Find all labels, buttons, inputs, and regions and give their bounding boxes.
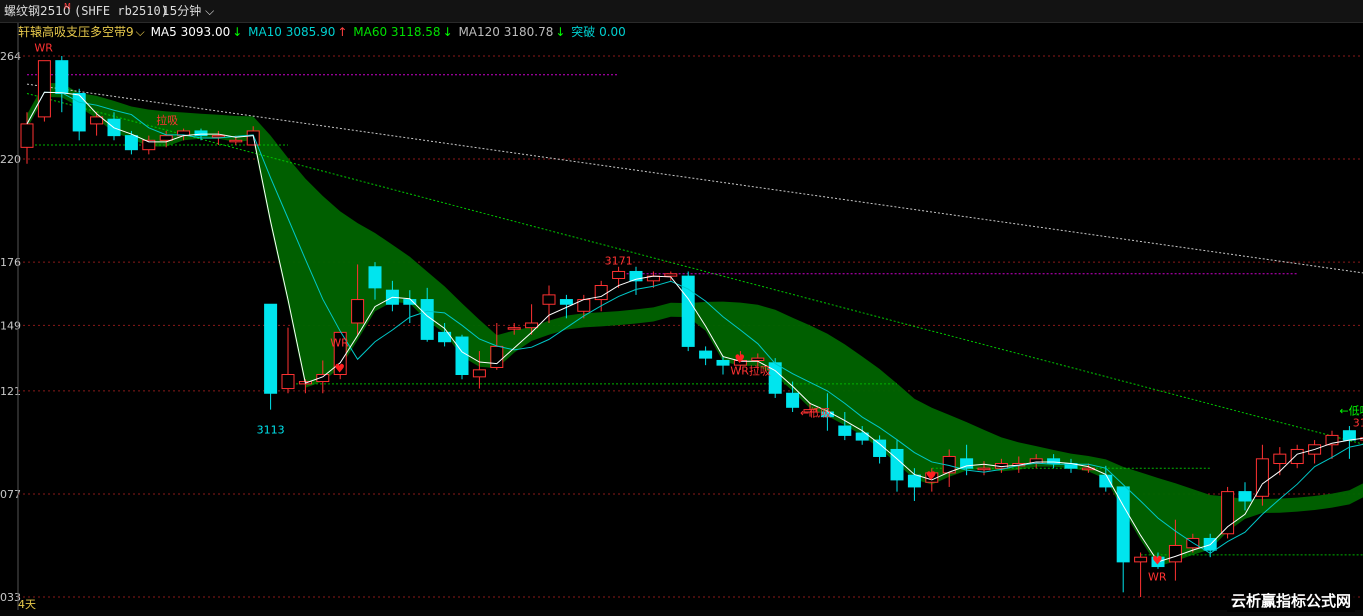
candle-body xyxy=(525,322,539,329)
signal-label: 拉吸 xyxy=(156,113,178,127)
candle-body xyxy=(1273,453,1287,465)
candle-body xyxy=(612,270,626,279)
symbol-name[interactable]: 螺纹钢2510 xyxy=(4,0,71,22)
candle-body xyxy=(768,362,782,394)
candle-body xyxy=(124,135,138,151)
candle-body xyxy=(890,448,904,481)
period-selector[interactable]: 15分钟 ⌵ xyxy=(162,0,214,22)
period-label: 15分钟 xyxy=(162,4,202,18)
candle-body xyxy=(873,439,887,457)
ma5-value: MA5 3093.00 xyxy=(150,25,231,39)
candle-body xyxy=(838,425,852,436)
candle-body xyxy=(159,135,173,141)
indicator-legend: 轩辕高吸支压多空带9 ⌵ MA5 3093.00 ↓ MA10 3085.90 ↑ M… xyxy=(18,24,628,40)
ma60-value: MA60 3118.58 xyxy=(353,25,441,39)
ma120-value: MA120 3180.78 xyxy=(458,25,554,39)
symbol-code: (SHFE rb2510) xyxy=(74,4,168,18)
ma5-arrow: ↓ xyxy=(232,25,243,39)
ma120-arrow: ↓ xyxy=(555,25,566,39)
candle-body xyxy=(507,327,521,330)
signal-label: ←低吸 xyxy=(800,407,831,420)
price-label: 3107 xyxy=(1353,416,1363,429)
candle-body xyxy=(455,336,469,376)
candle-body xyxy=(1342,430,1356,441)
candle-body xyxy=(20,123,34,148)
signal-label: WR xyxy=(330,336,349,349)
candle-body xyxy=(229,139,243,143)
candle-body xyxy=(490,345,504,368)
signal-label: ←低吸 xyxy=(1339,404,1363,417)
breakout-value: 突破 0.00 xyxy=(571,25,626,39)
chevron-down-icon[interactable]: ⌵ xyxy=(136,25,145,39)
ma60-arrow: ↓ xyxy=(442,25,453,39)
candle-body xyxy=(37,60,51,118)
candle-body xyxy=(977,467,991,471)
heart-icon: ♥ xyxy=(1152,554,1163,568)
candle-body xyxy=(664,273,678,277)
candle-body xyxy=(716,359,730,366)
candle-body xyxy=(55,60,69,94)
chevron-down-icon: ⌵ xyxy=(205,4,215,18)
ma10-value: MA10 3085.90 xyxy=(248,25,336,39)
candle-body xyxy=(472,369,486,378)
candle-body xyxy=(281,374,295,390)
bottom-strip xyxy=(0,610,1363,616)
title-bar: 螺纹钢2510 M (SHFE rb2510) 15分钟 ⌵ xyxy=(0,0,1363,23)
indicator-name[interactable]: 轩辕高吸支压多空带9 xyxy=(18,25,134,39)
candlestick-chart[interactable]: 2642201761491210770333113317130333107WR拉… xyxy=(0,0,1363,616)
candle-body xyxy=(1238,491,1252,502)
candle-body xyxy=(699,350,713,359)
candle-body xyxy=(1290,448,1304,465)
signal-label: WR xyxy=(34,41,53,54)
candle-body xyxy=(559,299,573,305)
candle-body xyxy=(211,135,225,138)
ma120-line xyxy=(26,83,1363,274)
main-contract-badge: M xyxy=(64,2,71,11)
price-label: 3113 xyxy=(257,423,285,436)
candle-body xyxy=(351,299,365,324)
candle-body xyxy=(960,458,974,469)
candle-body xyxy=(1168,544,1182,563)
candle-body xyxy=(264,303,278,394)
signal-label: WR xyxy=(1148,571,1167,584)
candle-body xyxy=(542,294,556,305)
candle-body xyxy=(1134,556,1148,563)
heart-icon: ♥ xyxy=(926,469,937,483)
candle-body xyxy=(90,116,104,125)
candle-body xyxy=(751,357,765,361)
candle-body xyxy=(907,474,921,488)
price-label: 3171 xyxy=(605,255,633,268)
ma10-arrow: ↑ xyxy=(337,25,348,39)
candle-body xyxy=(786,392,800,408)
heart-icon: ♥ xyxy=(734,352,745,366)
candle-body xyxy=(368,266,382,289)
watermark: 云析赢指标公式网 xyxy=(1226,589,1355,612)
heart-icon: ♥ xyxy=(334,362,345,376)
